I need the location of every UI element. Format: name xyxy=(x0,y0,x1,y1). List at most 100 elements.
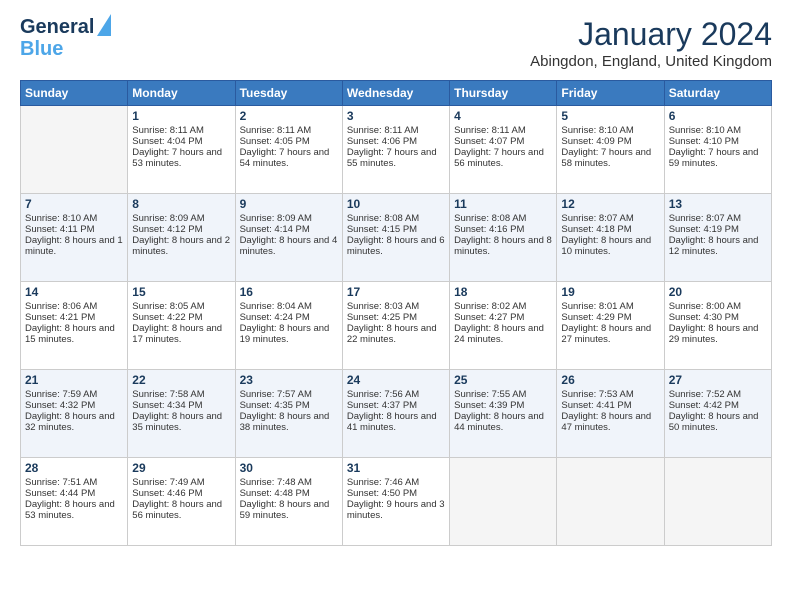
sunset-text: Sunset: 4:22 PM xyxy=(132,312,230,323)
table-cell: 1Sunrise: 8:11 AMSunset: 4:04 PMDaylight… xyxy=(128,106,235,194)
sunset-text: Sunset: 4:34 PM xyxy=(132,400,230,411)
day-number: 9 xyxy=(240,197,338,211)
daylight-text: Daylight: 8 hours and 17 minutes. xyxy=(132,323,230,345)
week-row-2: 7Sunrise: 8:10 AMSunset: 4:11 PMDaylight… xyxy=(21,194,772,282)
sunset-text: Sunset: 4:29 PM xyxy=(561,312,659,323)
table-cell xyxy=(664,458,771,546)
logo-text: General xyxy=(20,16,94,38)
day-number: 10 xyxy=(347,197,445,211)
day-number: 24 xyxy=(347,373,445,387)
sunset-text: Sunset: 4:41 PM xyxy=(561,400,659,411)
table-cell: 2Sunrise: 8:11 AMSunset: 4:05 PMDaylight… xyxy=(235,106,342,194)
sunset-text: Sunset: 4:09 PM xyxy=(561,136,659,147)
sunset-text: Sunset: 4:12 PM xyxy=(132,224,230,235)
sunrise-text: Sunrise: 7:46 AM xyxy=(347,477,445,488)
daylight-text: Daylight: 9 hours and 3 minutes. xyxy=(347,499,445,521)
logo-triangle-icon xyxy=(97,14,111,36)
daylight-text: Daylight: 8 hours and 27 minutes. xyxy=(561,323,659,345)
sunrise-text: Sunrise: 8:07 AM xyxy=(561,213,659,224)
day-number: 18 xyxy=(454,285,552,299)
sunset-text: Sunset: 4:25 PM xyxy=(347,312,445,323)
daylight-text: Daylight: 8 hours and 29 minutes. xyxy=(669,323,767,345)
sunset-text: Sunset: 4:39 PM xyxy=(454,400,552,411)
daylight-text: Daylight: 8 hours and 2 minutes. xyxy=(132,235,230,257)
location: Abingdon, England, United Kingdom xyxy=(530,53,772,70)
daylight-text: Daylight: 8 hours and 8 minutes. xyxy=(454,235,552,257)
day-number: 11 xyxy=(454,197,552,211)
table-cell xyxy=(557,458,664,546)
table-cell: 5Sunrise: 8:10 AMSunset: 4:09 PMDaylight… xyxy=(557,106,664,194)
daylight-text: Daylight: 8 hours and 6 minutes. xyxy=(347,235,445,257)
sunset-text: Sunset: 4:15 PM xyxy=(347,224,445,235)
sunrise-text: Sunrise: 8:03 AM xyxy=(347,301,445,312)
sunrise-text: Sunrise: 7:59 AM xyxy=(25,389,123,400)
sunset-text: Sunset: 4:11 PM xyxy=(25,224,123,235)
sunrise-text: Sunrise: 8:11 AM xyxy=(347,125,445,136)
daylight-text: Daylight: 8 hours and 35 minutes. xyxy=(132,411,230,433)
daylight-text: Daylight: 8 hours and 56 minutes. xyxy=(132,499,230,521)
sunset-text: Sunset: 4:19 PM xyxy=(669,224,767,235)
table-cell: 25Sunrise: 7:55 AMSunset: 4:39 PMDayligh… xyxy=(450,370,557,458)
sunrise-text: Sunrise: 8:11 AM xyxy=(240,125,338,136)
day-number: 12 xyxy=(561,197,659,211)
day-number: 3 xyxy=(347,109,445,123)
table-cell: 6Sunrise: 8:10 AMSunset: 4:10 PMDaylight… xyxy=(664,106,771,194)
daylight-text: Daylight: 8 hours and 59 minutes. xyxy=(240,499,338,521)
sunset-text: Sunset: 4:27 PM xyxy=(454,312,552,323)
daylight-text: Daylight: 8 hours and 47 minutes. xyxy=(561,411,659,433)
day-number: 17 xyxy=(347,285,445,299)
daylight-text: Daylight: 8 hours and 50 minutes. xyxy=(669,411,767,433)
col-tuesday: Tuesday xyxy=(235,81,342,106)
sunrise-text: Sunrise: 7:49 AM xyxy=(132,477,230,488)
table-cell: 28Sunrise: 7:51 AMSunset: 4:44 PMDayligh… xyxy=(21,458,128,546)
daylight-text: Daylight: 8 hours and 10 minutes. xyxy=(561,235,659,257)
table-cell: 23Sunrise: 7:57 AMSunset: 4:35 PMDayligh… xyxy=(235,370,342,458)
sunset-text: Sunset: 4:16 PM xyxy=(454,224,552,235)
daylight-text: Daylight: 8 hours and 19 minutes. xyxy=(240,323,338,345)
month-title: January 2024 xyxy=(530,16,772,53)
daylight-text: Daylight: 8 hours and 44 minutes. xyxy=(454,411,552,433)
col-saturday: Saturday xyxy=(664,81,771,106)
sunrise-text: Sunrise: 7:56 AM xyxy=(347,389,445,400)
sunrise-text: Sunrise: 7:53 AM xyxy=(561,389,659,400)
sunset-text: Sunset: 4:37 PM xyxy=(347,400,445,411)
day-number: 20 xyxy=(669,285,767,299)
title-block: January 2024 Abingdon, England, United K… xyxy=(530,16,772,70)
sunset-text: Sunset: 4:21 PM xyxy=(25,312,123,323)
sunset-text: Sunset: 4:24 PM xyxy=(240,312,338,323)
daylight-text: Daylight: 7 hours and 56 minutes. xyxy=(454,147,552,169)
sunrise-text: Sunrise: 8:08 AM xyxy=(454,213,552,224)
day-number: 25 xyxy=(454,373,552,387)
sunset-text: Sunset: 4:14 PM xyxy=(240,224,338,235)
table-cell: 14Sunrise: 8:06 AMSunset: 4:21 PMDayligh… xyxy=(21,282,128,370)
table-cell xyxy=(450,458,557,546)
week-row-4: 21 Sunrise: 7:59 AMSunset: 4:32 PM Dayligh… xyxy=(21,370,772,458)
sunset-text: Sunset: 4:46 PM xyxy=(132,488,230,499)
daylight-text: Daylight: 8 hours and 53 minutes. xyxy=(25,499,123,521)
table-cell: 20Sunrise: 8:00 AMSunset: 4:30 PMDayligh… xyxy=(664,282,771,370)
sunrise-text: Sunrise: 7:57 AM xyxy=(240,389,338,400)
week-row-3: 14Sunrise: 8:06 AMSunset: 4:21 PMDayligh… xyxy=(21,282,772,370)
day-number: 14 xyxy=(25,285,123,299)
day-number: 22 xyxy=(132,373,230,387)
sunrise-text: Sunrise: 8:11 AM xyxy=(132,125,230,136)
sunset-text: Sunset: 4:42 PM xyxy=(669,400,767,411)
daylight-text: Daylight: 7 hours and 54 minutes. xyxy=(240,147,338,169)
sunrise-text: Sunrise: 7:48 AM xyxy=(240,477,338,488)
table-cell: 18Sunrise: 8:02 AMSunset: 4:27 PMDayligh… xyxy=(450,282,557,370)
sunset-text: Sunset: 4:32 PM xyxy=(25,400,123,411)
day-number: 1 xyxy=(132,109,230,123)
day-number: 31 xyxy=(347,461,445,475)
col-wednesday: Wednesday xyxy=(342,81,449,106)
col-monday: Monday xyxy=(128,81,235,106)
day-number: 23 xyxy=(240,373,338,387)
table-cell: 16Sunrise: 8:04 AMSunset: 4:24 PMDayligh… xyxy=(235,282,342,370)
day-number: 21 xyxy=(25,373,123,387)
col-friday: Friday xyxy=(557,81,664,106)
day-number: 26 xyxy=(561,373,659,387)
sunset-text: Sunset: 4:48 PM xyxy=(240,488,338,499)
day-number: 28 xyxy=(25,461,123,475)
table-cell: 13Sunrise: 8:07 AMSunset: 4:19 PMDayligh… xyxy=(664,194,771,282)
table-cell: 12Sunrise: 8:07 AMSunset: 4:18 PMDayligh… xyxy=(557,194,664,282)
sunset-text: Sunset: 4:05 PM xyxy=(240,136,338,147)
